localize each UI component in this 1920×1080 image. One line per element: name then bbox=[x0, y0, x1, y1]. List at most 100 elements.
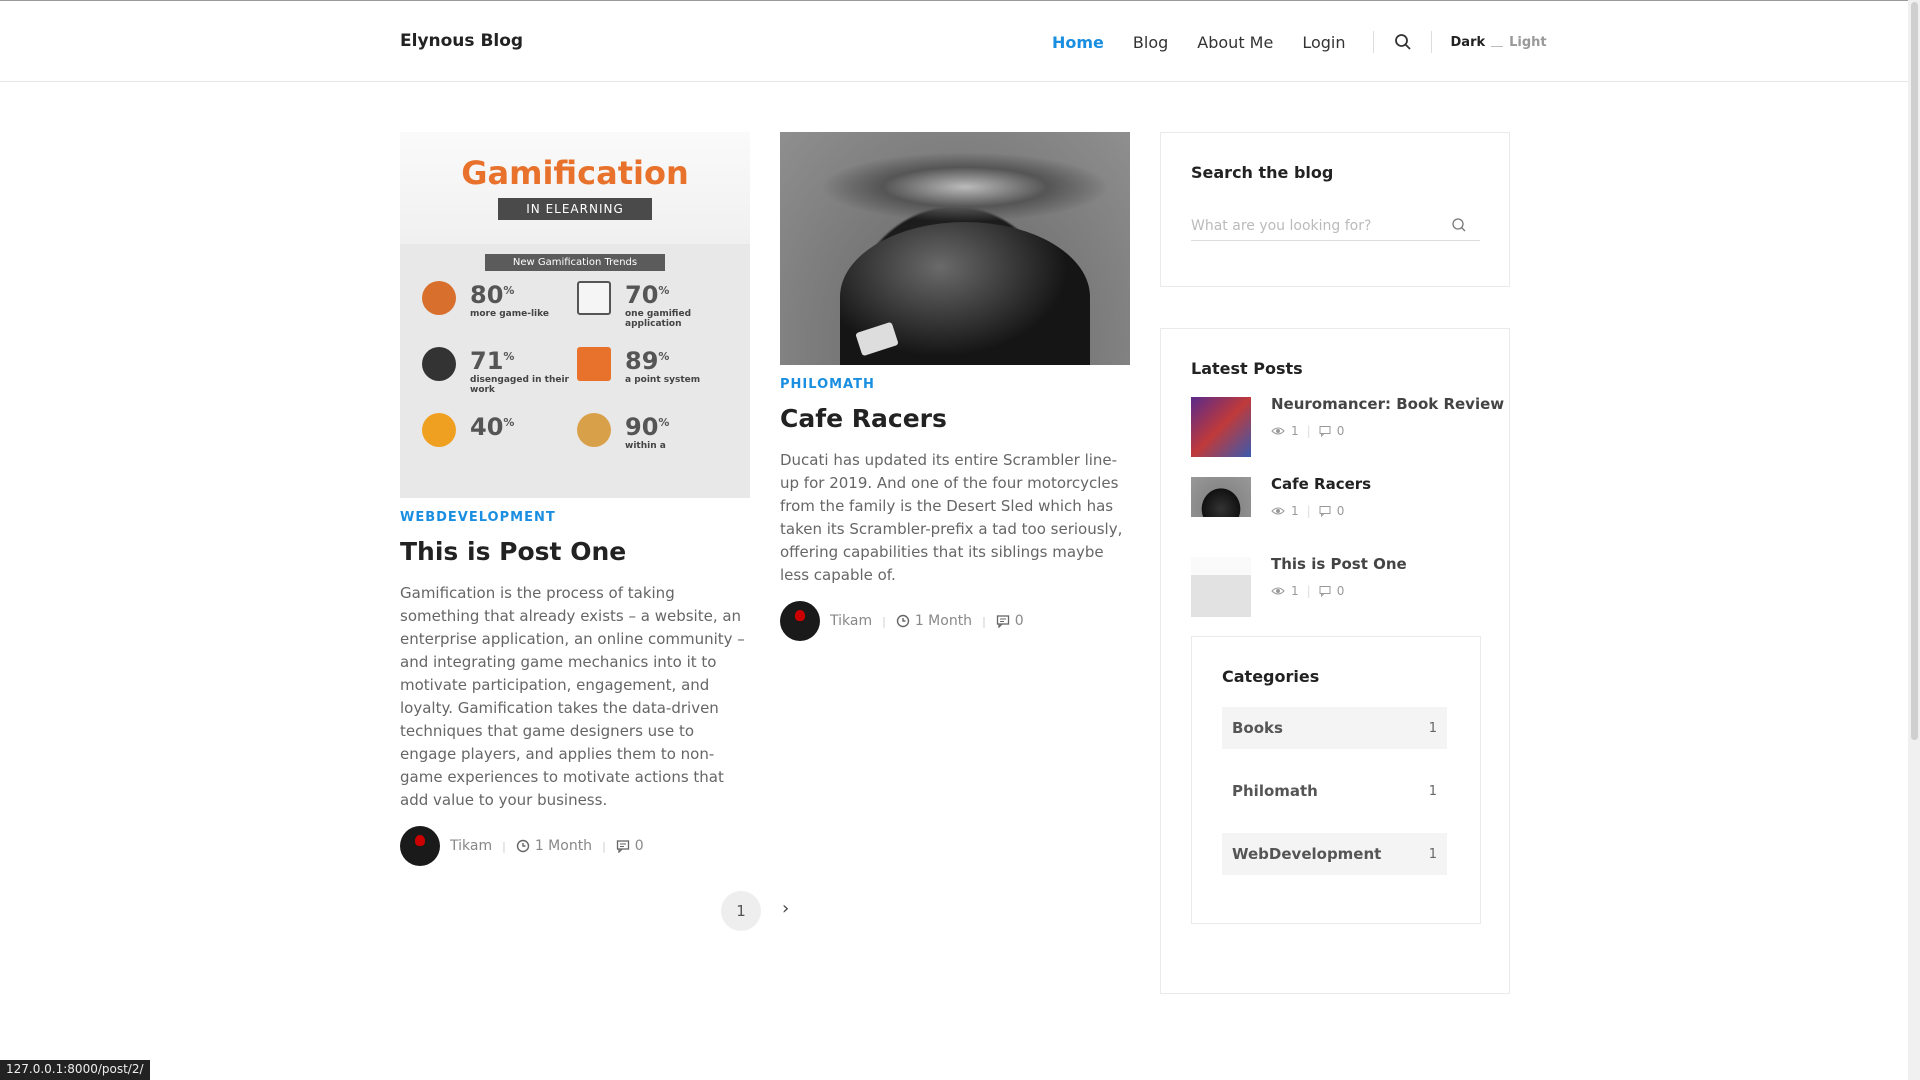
search-icon[interactable] bbox=[1451, 217, 1467, 233]
theme-divider bbox=[1491, 45, 1504, 47]
post-meta: Tikam | 1 Month | 0 bbox=[780, 601, 1130, 641]
latest-post-title[interactable]: Neuromancer: Book Review bbox=[1271, 397, 1504, 412]
nav-about[interactable]: About Me bbox=[1197, 33, 1273, 52]
category-count: 1 bbox=[1428, 783, 1437, 799]
theme-light-toggle[interactable]: Light bbox=[1509, 35, 1547, 50]
latest-post-views: 1 bbox=[1291, 504, 1299, 518]
category-name: WebDevelopment bbox=[1232, 845, 1382, 863]
post-comments: 0 bbox=[634, 838, 644, 854]
post-category[interactable]: WEBDEVELOPMENT bbox=[400, 510, 750, 525]
pagination-page-1[interactable]: 1 bbox=[721, 891, 761, 931]
eye-icon bbox=[1271, 587, 1285, 595]
latest-post-comments: 0 bbox=[1336, 584, 1345, 598]
eye-icon bbox=[1271, 427, 1285, 435]
latest-posts-title: Latest Posts bbox=[1191, 359, 1303, 378]
category-item-webdevelopment[interactable]: WebDevelopment 1 bbox=[1222, 833, 1447, 875]
site-header: Elynous Blog Home Blog About Me Login Da… bbox=[0, 0, 1908, 82]
category-name: Books bbox=[1232, 719, 1283, 737]
stat-unit: % bbox=[658, 416, 670, 429]
stat-unit: % bbox=[503, 350, 515, 363]
post-card: Gamification IN ELEARNING New Gamificati… bbox=[400, 132, 750, 866]
game-icon bbox=[422, 281, 456, 315]
tally-icon bbox=[577, 347, 611, 381]
post-title[interactable]: Cafe Racers bbox=[780, 404, 1130, 433]
browser-status-url: 127.0.0.1:8000/post/2/ bbox=[0, 1060, 150, 1080]
worker-icon bbox=[422, 347, 456, 381]
meta-divider: | bbox=[502, 839, 506, 853]
stat-text: a point system bbox=[625, 375, 701, 385]
meta-divider: | bbox=[1306, 584, 1311, 598]
latest-post-comments: 0 bbox=[1336, 424, 1345, 438]
category-item-books[interactable]: Books 1 bbox=[1222, 707, 1447, 749]
latest-post-thumb[interactable] bbox=[1191, 557, 1251, 617]
stat-text: more game-like bbox=[470, 309, 549, 319]
post-card: PHILOMATH Cafe Racers Ducati has updated… bbox=[780, 132, 1130, 641]
image-handlebars bbox=[820, 152, 1110, 222]
avatar[interactable] bbox=[780, 601, 820, 641]
latest-post-title[interactable]: This is Post One bbox=[1271, 557, 1407, 572]
category-count: 1 bbox=[1428, 720, 1437, 736]
brain-icon bbox=[577, 413, 611, 447]
nav-home[interactable]: Home bbox=[1052, 33, 1104, 52]
categories-widget: Categories Books 1 Philomath 1 WebDevelopm… bbox=[1191, 636, 1481, 924]
latest-post-comments: 0 bbox=[1336, 504, 1345, 518]
comment-icon bbox=[616, 840, 629, 853]
latest-post-thumb[interactable] bbox=[1191, 477, 1251, 517]
latest-post-item[interactable]: Cafe Racers 1 | 0 bbox=[1191, 477, 1371, 518]
nav-login[interactable]: Login bbox=[1302, 33, 1345, 52]
comment-icon bbox=[996, 615, 1009, 628]
comment-icon bbox=[1319, 426, 1331, 437]
image-trends-label: New Gamification Trends bbox=[485, 254, 665, 271]
scrollbar-thumb[interactable] bbox=[1911, 2, 1918, 740]
post-image-gamification[interactable]: Gamification IN ELEARNING New Gamificati… bbox=[400, 132, 750, 498]
latest-post-views: 1 bbox=[1291, 424, 1299, 438]
post-image-motorcycle[interactable] bbox=[780, 132, 1130, 365]
stat-num: 80 bbox=[470, 281, 504, 309]
theme-dark-toggle[interactable]: Dark bbox=[1451, 35, 1486, 50]
nav-divider bbox=[1430, 31, 1432, 53]
meta-divider: | bbox=[1306, 504, 1311, 518]
comment-icon bbox=[1319, 506, 1331, 517]
post-title[interactable]: This is Post One bbox=[400, 537, 750, 566]
stat-text: within a bbox=[625, 441, 666, 451]
latest-post-thumb[interactable] bbox=[1191, 397, 1251, 457]
meta-divider: | bbox=[602, 839, 606, 853]
meta-divider: | bbox=[1306, 424, 1311, 438]
categories-title: Categories bbox=[1222, 667, 1320, 686]
post-author[interactable]: Tikam bbox=[830, 613, 872, 629]
search-input[interactable] bbox=[1191, 211, 1480, 241]
latest-post-meta: 1 | 0 bbox=[1271, 504, 1371, 518]
post-time: 1 Month bbox=[534, 838, 593, 854]
post-meta: Tikam | 1 Month | 0 bbox=[400, 826, 750, 866]
nav-blog[interactable]: Blog bbox=[1133, 33, 1168, 52]
category-item-philomath[interactable]: Philomath 1 bbox=[1222, 770, 1447, 812]
search-widget: Search the blog bbox=[1160, 132, 1510, 287]
post-category[interactable]: PHILOMATH bbox=[780, 377, 1130, 392]
stat-unit: % bbox=[503, 284, 515, 297]
latest-post-title[interactable]: Cafe Racers bbox=[1271, 477, 1371, 492]
stat-text: one gamified application bbox=[625, 309, 692, 329]
meta-divider: | bbox=[982, 614, 986, 628]
post-time: 1 Month bbox=[914, 613, 973, 629]
avatar[interactable] bbox=[400, 826, 440, 866]
image-title: Gamification bbox=[461, 154, 689, 192]
search-widget-title: Search the blog bbox=[1191, 163, 1334, 182]
post-excerpt: Gamification is the process of taking so… bbox=[400, 584, 745, 809]
image-ribbon: IN ELEARNING bbox=[498, 198, 652, 220]
post-author[interactable]: Tikam bbox=[450, 838, 492, 854]
latest-post-item[interactable]: This is Post One 1 | 0 bbox=[1191, 557, 1407, 617]
post-excerpt: Ducati has updated its entire Scrambler … bbox=[780, 451, 1123, 584]
stat-num: 71 bbox=[470, 347, 504, 375]
eye-icon bbox=[1271, 507, 1285, 515]
stat-num: 40 bbox=[470, 413, 504, 441]
search-icon[interactable] bbox=[1394, 33, 1412, 51]
pagination-next-button[interactable]: › bbox=[782, 898, 789, 919]
stat-unit: % bbox=[503, 416, 515, 429]
latest-posts-widget: Latest Posts Neuromancer: Book Review 1 … bbox=[1160, 328, 1510, 994]
latest-post-item[interactable]: Neuromancer: Book Review 1 | 0 bbox=[1191, 397, 1504, 457]
clock-icon bbox=[896, 614, 910, 628]
latest-post-meta: 1 | 0 bbox=[1271, 584, 1407, 598]
stat-unit: % bbox=[658, 350, 670, 363]
site-logo[interactable]: Elynous Blog bbox=[400, 31, 523, 51]
clock-icon bbox=[516, 839, 530, 853]
